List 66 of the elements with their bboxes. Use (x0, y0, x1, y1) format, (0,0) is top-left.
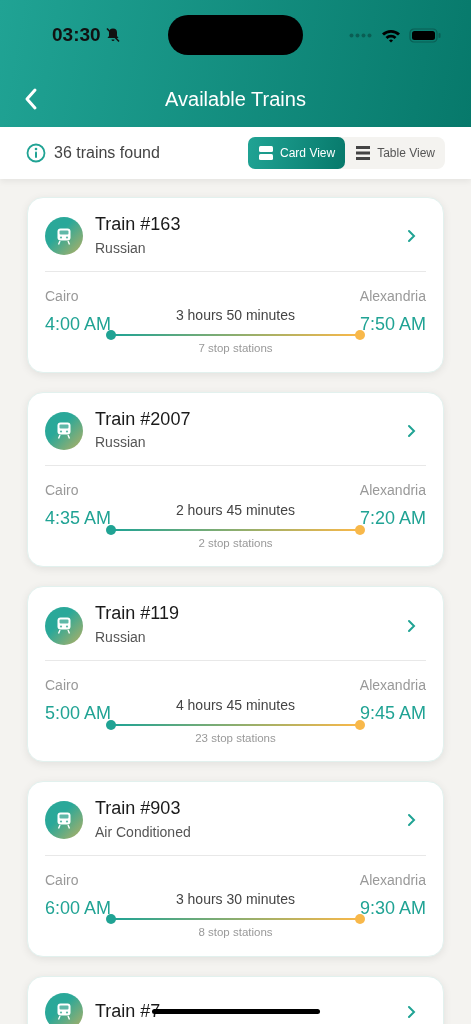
page-title: Available Trains (165, 86, 306, 112)
origin-city: Cairo (45, 481, 80, 501)
departure-time: 4:35 AM (45, 509, 112, 530)
train-card[interactable]: Train #163 Russian Cairo 4:00 AM 3 hours 50 minutes Alexandria 7:50 AM 7 stop stations (27, 197, 444, 373)
train-class: Russian (95, 433, 146, 453)
arrival-time: 9:30 AM (359, 898, 426, 919)
departure-time: 4:00 AM (45, 314, 112, 335)
signal-icon (349, 32, 373, 38)
results-count: 36 trains found (54, 143, 160, 163)
stop-count: 7 stop stations (197, 341, 274, 357)
battery-icon (409, 27, 441, 43)
bell-muted-icon (104, 27, 121, 43)
arrival-time: 7:50 AM (359, 314, 426, 335)
destination-dot (354, 719, 365, 730)
destination-city: Alexandria (359, 870, 426, 890)
destination-dot (354, 525, 365, 536)
train-class: Air Conditioned (95, 822, 191, 842)
chevron-icon (406, 229, 416, 244)
destination-dot (354, 914, 365, 925)
stop-count: 8 stop stations (197, 925, 274, 941)
destination-city: Alexandria (359, 675, 426, 695)
info-icon (26, 143, 46, 163)
stop-count: 2 stop stations (197, 536, 274, 552)
view-toggle[interactable]: Card View (248, 137, 346, 169)
train-card[interactable]: Train #119 Russian Cairo 5:00 AM 4 hours 45 minutes Alexandria 9:45 AM 23 stop stations (27, 586, 444, 762)
origin-city: Cairo (45, 675, 80, 695)
train-icon (45, 801, 83, 840)
train-name: Train #119 (95, 603, 180, 625)
chevron-icon (406, 1004, 416, 1019)
chevron-icon (406, 423, 416, 438)
trip-duration: 4 hours 45 minutes (174, 695, 296, 715)
arrival-time: 9:45 AM (359, 703, 426, 724)
destination-city: Alexandria (359, 481, 426, 501)
train-icon (45, 992, 83, 1024)
destination-city: Alexandria (359, 286, 426, 306)
train-card[interactable]: Train #903 Air Conditioned Cairo 6:00 AM 3 hours 30 minutes Alexandria 9:30 AM 8 stop stations (27, 780, 444, 957)
train-icon (45, 606, 83, 645)
origin-dot (106, 330, 117, 341)
status-time: 03:30 (52, 22, 101, 47)
origin-city: Cairo (45, 870, 80, 890)
trip-duration: 3 hours 50 minutes (174, 306, 296, 326)
train-class: Russian (95, 627, 146, 647)
trip-duration: 3 hours 30 minutes (174, 890, 296, 910)
train-name: Train #2007 (95, 408, 191, 431)
chevron-icon (406, 618, 416, 633)
destination-dot (354, 330, 365, 341)
stop-count: 23 stop stations (194, 730, 277, 746)
view-toggle[interactable]: Table View (345, 137, 445, 169)
train-class: Russian (95, 238, 146, 258)
chevron-icon (406, 813, 416, 828)
origin-dot (106, 914, 117, 925)
train-card[interactable]: Train #2007 Russian Cairo 4:35 AM 2 hours 45 minutes Alexandria 7:20 AM 2 stop stations (27, 391, 444, 568)
card-view-icon (258, 145, 275, 161)
trip-duration: 2 hours 45 minutes (174, 501, 296, 521)
origin-city: Cairo (45, 286, 80, 306)
wifi-icon (381, 27, 401, 43)
departure-time: 6:00 AM (45, 898, 112, 919)
origin-dot (106, 719, 117, 730)
train-name: Train #163 (95, 214, 181, 236)
departure-time: 5:00 AM (45, 703, 112, 724)
train-icon (45, 411, 83, 450)
train-name: Train #903 (95, 797, 181, 820)
arrival-time: 7:20 AM (359, 509, 426, 530)
list-view-icon (355, 146, 372, 160)
train-icon (45, 217, 83, 256)
origin-dot (106, 525, 117, 536)
